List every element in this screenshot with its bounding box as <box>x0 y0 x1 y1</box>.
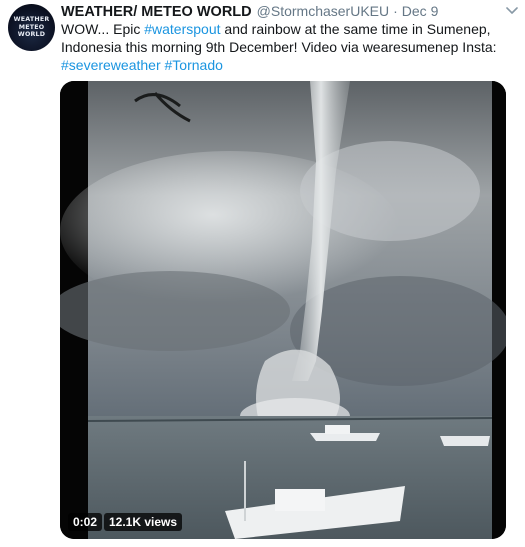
view-count: 12.1K views <box>104 513 183 531</box>
tweet-timestamp[interactable]: Dec 9 <box>402 3 439 19</box>
tweet-text: WOW... Epic #waterspout and rainbow at t… <box>61 20 505 74</box>
chevron-down-icon[interactable] <box>505 6 519 16</box>
avatar-text-line: WORLD <box>17 31 46 39</box>
video-frame <box>60 81 506 539</box>
tweet-card[interactable]: WEATHER METEO WORLD WEATHER/ METEO WORLD… <box>0 0 525 547</box>
hashtag-link-tornado[interactable]: #Tornado <box>165 57 223 73</box>
tweet-header: WEATHER/ METEO WORLD @StormchaserUKEU · … <box>61 3 438 21</box>
video-timer: 0:02 <box>68 513 103 531</box>
avatar-text-line: WEATHER <box>13 15 50 23</box>
hashtag-link-severeweather[interactable]: #severeweather <box>61 57 161 73</box>
tweet-text-segment: WOW... Epic <box>61 21 145 37</box>
separator-dot: · <box>393 3 398 19</box>
author-name[interactable]: WEATHER/ METEO WORLD <box>61 4 252 20</box>
video-player[interactable]: 0:02 12.1K views <box>60 81 506 539</box>
avatar[interactable]: WEATHER METEO WORLD <box>8 4 55 51</box>
hashtag-link-waterspout[interactable]: #waterspout <box>144 21 220 37</box>
author-handle[interactable]: @StormchaserUKEU <box>257 3 389 19</box>
avatar-text-line: METEO <box>18 23 45 31</box>
